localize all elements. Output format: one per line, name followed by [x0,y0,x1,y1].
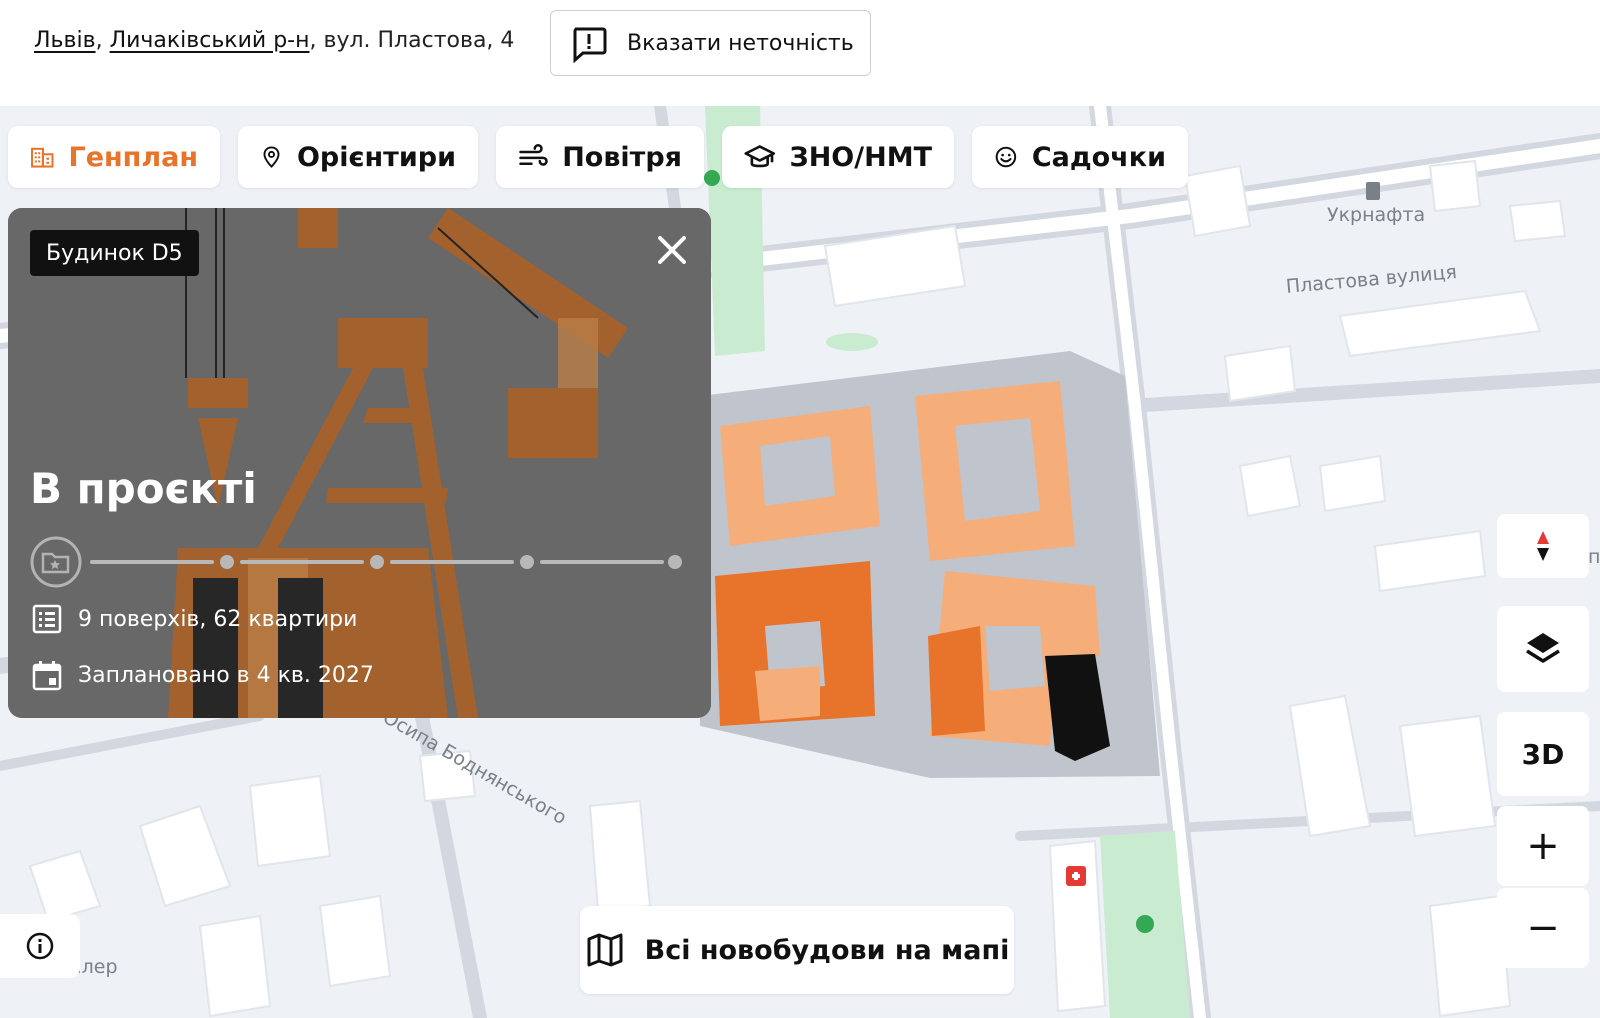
city-link[interactable]: Львів [34,28,96,53]
tab-label: ЗНО/НМТ [789,141,932,173]
building-photo [8,208,711,718]
tab-landmarks[interactable]: Орієнтири [238,126,478,188]
map-label-station: Укрнафта [1327,204,1426,226]
construction-status: В проєкті [30,464,257,513]
tab-label: Садочки [1031,141,1166,173]
compass-icon [1537,531,1549,561]
building-card: Будинок D5 В проєкті 9 поверхів, 62 квар… [8,208,711,718]
folder-star-icon [41,552,70,574]
close-icon[interactable] [650,228,694,272]
tab-zno[interactable]: ЗНО/НМТ [722,126,954,188]
building-badge: Будинок D5 [30,230,199,276]
floors-info: 9 поверхів, 62 квартири [30,602,357,636]
tab-label: Повітря [562,141,682,173]
tab-label: Генплан [68,141,198,173]
map-icon [587,933,623,967]
wind-icon [519,144,548,166]
tab-kindergartens[interactable]: Садочки [972,126,1188,188]
layers-icon [1526,633,1560,663]
layers-button[interactable] [1497,606,1589,692]
tab-genplan[interactable]: Генплан [8,126,220,188]
calendar-icon [32,661,62,691]
info-icon [26,932,54,960]
3d-toggle-button[interactable]: 3D [1497,712,1589,796]
buildings-icon [31,147,54,168]
map-label-edge: п [1588,546,1600,568]
tab-air[interactable]: Повітря [496,126,704,188]
separator: , [309,28,317,53]
info-button[interactable] [0,914,80,978]
report-inaccuracy-button[interactable]: Вказати неточність [550,10,871,76]
separator: , [95,28,103,53]
floors-text: 9 поверхів, 62 квартири [78,606,358,632]
report-icon [573,27,607,63]
planned-info: Заплановано в 4 кв. 2027 [30,658,374,692]
graduation-cap-icon [744,145,776,168]
compass-button[interactable] [1497,514,1589,578]
all-buildings-map-button[interactable]: Всі новобудови на мапі [580,906,1014,994]
address-line: Львів, Личаківський р-н, вул. Пластова, … [34,28,514,53]
all-buildings-label: Всі новобудови на мапі [644,934,1010,966]
smiley-icon [995,146,1017,168]
progress-stepper [30,536,682,588]
zoom-in-button[interactable]: + [1497,806,1589,886]
tab-label: Орієнтири [296,141,456,173]
zoom-out-button[interactable]: − [1497,888,1589,968]
planned-text: Заплановано в 4 кв. 2027 [78,662,374,688]
district-link[interactable]: Личаківський р-н [110,28,310,53]
list-icon [32,604,62,634]
top-bar: Львів, Личаківський р-н, вул. Пластова, … [0,0,1600,106]
street-text: вул. Пластова, 4 [323,28,515,53]
report-label: Вказати неточність [627,30,854,56]
map-view[interactable]: Укрнафта Пластова вулиця Осипа Боднянськ… [0,106,1600,1018]
location-pin-icon [263,146,280,168]
